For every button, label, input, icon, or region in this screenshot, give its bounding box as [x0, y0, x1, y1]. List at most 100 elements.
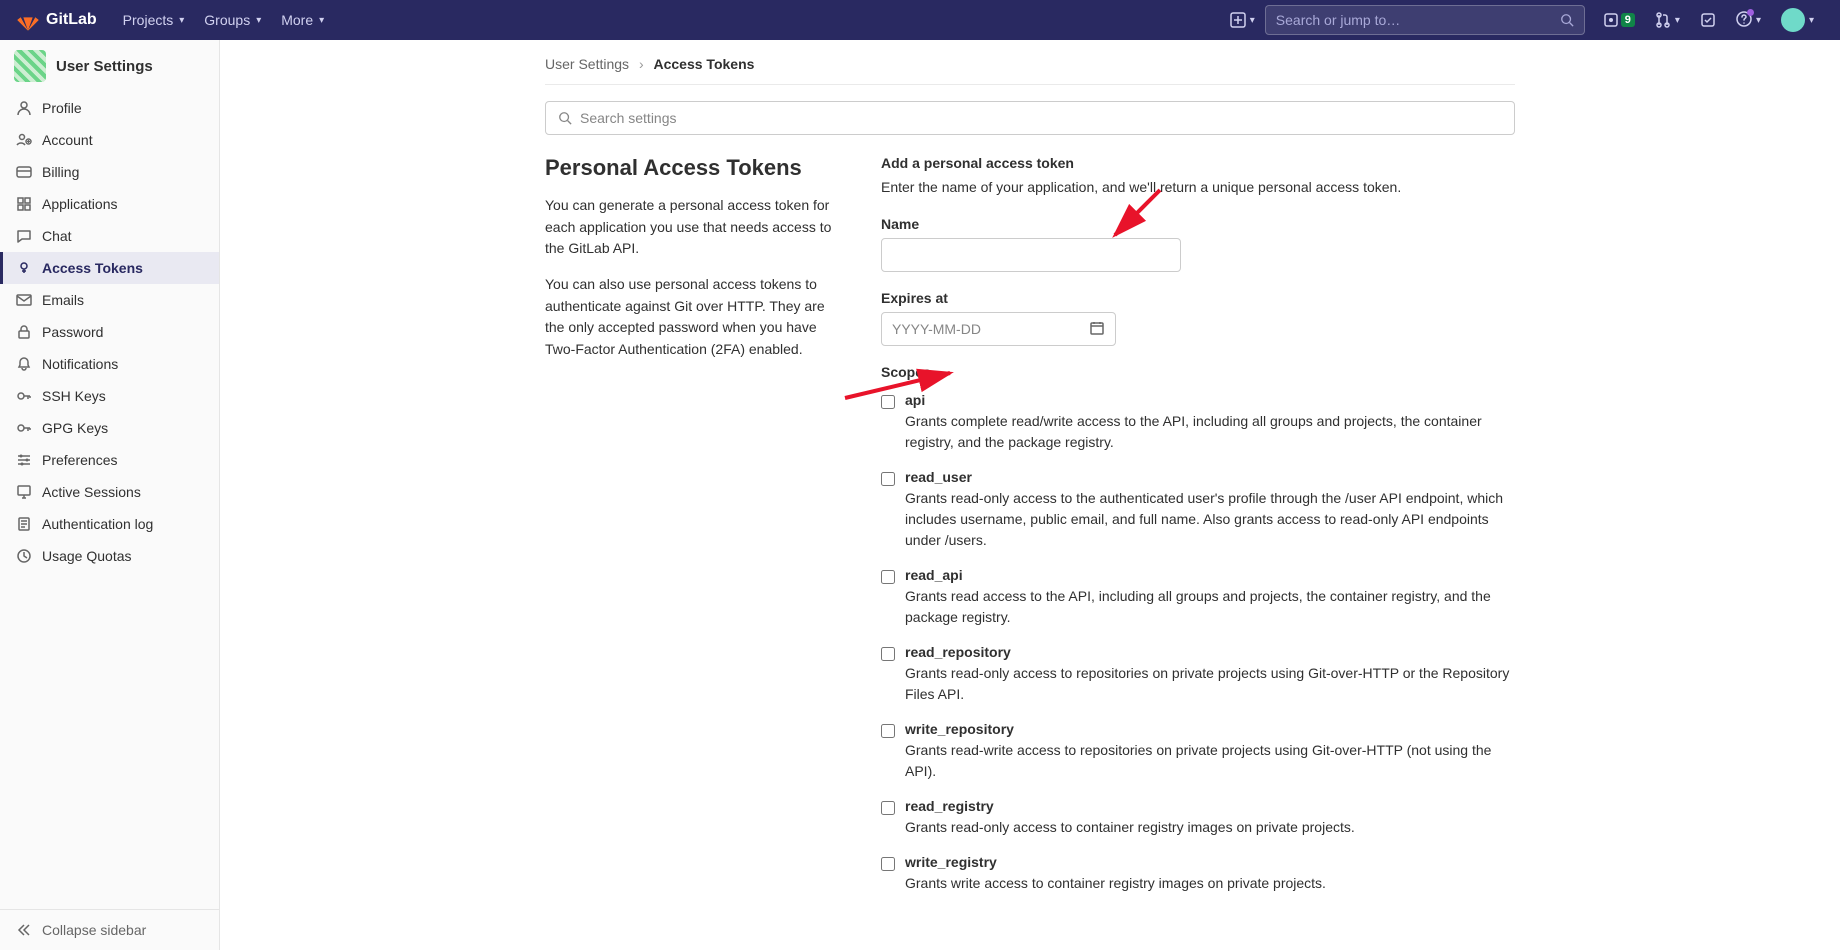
monitor-icon [16, 484, 32, 500]
scope-item-read_registry: read_registry Grants read-only access to … [881, 798, 1515, 838]
nav-user-menu[interactable]: ▾ [1771, 8, 1824, 32]
scope-item-write_registry: write_registry Grants write access to con… [881, 854, 1515, 894]
scope-checkbox-write_registry[interactable] [881, 857, 895, 871]
scope-desc: Grants read-only access to container reg… [905, 817, 1515, 838]
sidebar-item-access-tokens[interactable]: Access Tokens [0, 252, 219, 284]
scope-name: read_repository [905, 644, 1515, 660]
scope-name: api [905, 392, 1515, 408]
profile-icon [16, 100, 32, 116]
key-icon [16, 420, 32, 436]
search-input[interactable] [1276, 12, 1560, 28]
nav-todos[interactable] [1690, 12, 1726, 28]
expires-label: Expires at [881, 290, 1515, 306]
chevron-down-icon: ▾ [1675, 15, 1680, 26]
scope-checkbox-write_repository[interactable] [881, 724, 895, 738]
collapse-sidebar-button[interactable]: Collapse sidebar [0, 909, 219, 950]
sidebar-item-ssh-keys[interactable]: SSH Keys [0, 380, 219, 412]
sidebar-item-account[interactable]: Account [0, 124, 219, 156]
key-icon [16, 388, 32, 404]
scope-desc: Grants read-only access to repositories … [905, 663, 1515, 705]
lock-icon [16, 324, 32, 340]
quota-icon [16, 548, 32, 564]
gitlab-icon [16, 8, 40, 32]
scopes-list: api Grants complete read/write access to … [881, 392, 1515, 894]
breadcrumb-root[interactable]: User Settings [545, 56, 629, 72]
intro-paragraph-1: You can generate a personal access token… [545, 195, 845, 260]
scope-checkbox-read_repository[interactable] [881, 647, 895, 661]
chevron-down-icon: ▾ [1756, 15, 1761, 26]
search-icon [1560, 13, 1574, 27]
nav-plus[interactable]: ▾ [1220, 12, 1265, 28]
gitlab-logo[interactable]: GitLab [16, 8, 97, 32]
scope-name: write_repository [905, 721, 1515, 737]
intro-paragraph-2: You can also use personal access tokens … [545, 274, 845, 361]
scope-name: read_registry [905, 798, 1515, 814]
scope-name: read_user [905, 469, 1515, 485]
scope-checkbox-read_api[interactable] [881, 570, 895, 584]
credit-card-icon [16, 164, 32, 180]
mail-icon [16, 292, 32, 308]
chevron-down-icon: ▾ [256, 15, 261, 26]
scopes-heading: Scopes [881, 364, 1515, 380]
scope-desc: Grants read-only access to the authentic… [905, 488, 1515, 551]
chevron-down-icon: ▾ [1250, 15, 1255, 26]
sidebar-item-applications[interactable]: Applications [0, 188, 219, 220]
sidebar-item-billing[interactable]: Billing [0, 156, 219, 188]
expires-input[interactable] [892, 321, 1089, 337]
global-search[interactable] [1265, 5, 1585, 35]
name-input[interactable] [881, 238, 1181, 272]
name-label: Name [881, 216, 1515, 232]
avatar [1781, 8, 1805, 32]
plus-square-icon [1230, 12, 1246, 28]
scope-checkbox-read_registry[interactable] [881, 801, 895, 815]
scope-item-write_repository: write_repository Grants read-write access… [881, 721, 1515, 782]
form-section-heading: Add a personal access token [881, 155, 1515, 171]
scope-checkbox-api[interactable] [881, 395, 895, 409]
sidebar-item-auth-log[interactable]: Authentication log [0, 508, 219, 540]
sidebar-context-header[interactable]: User Settings [0, 40, 219, 92]
nav-more[interactable]: More▾ [271, 12, 334, 28]
calendar-icon[interactable] [1089, 320, 1105, 339]
sidebar-item-password[interactable]: Password [0, 316, 219, 348]
applications-icon [16, 196, 32, 212]
account-icon [16, 132, 32, 148]
nav-merge-requests[interactable]: ▾ [1645, 12, 1690, 28]
chevron-down-icon: ▾ [319, 15, 324, 26]
main-content: User Settings › Access Tokens Personal A… [220, 40, 1840, 950]
issues-badge: 9 [1621, 13, 1635, 27]
chevron-down-icon: ▾ [1809, 15, 1814, 26]
settings-search-box[interactable] [545, 101, 1515, 135]
nav-issues[interactable]: 9 [1593, 12, 1645, 28]
sidebar-item-preferences[interactable]: Preferences [0, 444, 219, 476]
scope-checkbox-read_user[interactable] [881, 472, 895, 486]
sidebar-item-emails[interactable]: Emails [0, 284, 219, 316]
sidebar-item-usage-quotas[interactable]: Usage Quotas [0, 540, 219, 572]
settings-sidebar: User Settings Profile Account Billing Ap… [0, 40, 220, 950]
issues-icon [1603, 12, 1619, 28]
chevron-double-left-icon [16, 922, 32, 938]
settings-search-input[interactable] [580, 110, 1502, 126]
scope-desc: Grants write access to container registr… [905, 873, 1515, 894]
sidebar-item-chat[interactable]: Chat [0, 220, 219, 252]
scope-item-read_user: read_user Grants read-only access to the … [881, 469, 1515, 551]
sidebar-item-gpg-keys[interactable]: GPG Keys [0, 412, 219, 444]
preferences-icon [16, 452, 32, 468]
brand-text: GitLab [46, 11, 97, 29]
scope-desc: Grants read-write access to repositories… [905, 740, 1515, 782]
breadcrumb-separator: › [639, 56, 644, 72]
expires-input-wrap[interactable] [881, 312, 1116, 346]
user-identicon [14, 50, 46, 82]
scope-name: write_registry [905, 854, 1515, 870]
nav-projects[interactable]: Projects▾ [113, 12, 195, 28]
nav-help[interactable]: ▾ [1726, 11, 1771, 30]
scope-item-read_repository: read_repository Grants read-only access t… [881, 644, 1515, 705]
sidebar-item-active-sessions[interactable]: Active Sessions [0, 476, 219, 508]
form-intro-text: Enter the name of your application, and … [881, 177, 1515, 198]
sidebar-item-notifications[interactable]: Notifications [0, 348, 219, 380]
todo-icon [1700, 12, 1716, 28]
scope-desc: Grants complete read/write access to the… [905, 411, 1515, 453]
sidebar-item-profile[interactable]: Profile [0, 92, 219, 124]
chat-icon [16, 228, 32, 244]
bell-icon [16, 356, 32, 372]
nav-groups[interactable]: Groups▾ [194, 12, 271, 28]
